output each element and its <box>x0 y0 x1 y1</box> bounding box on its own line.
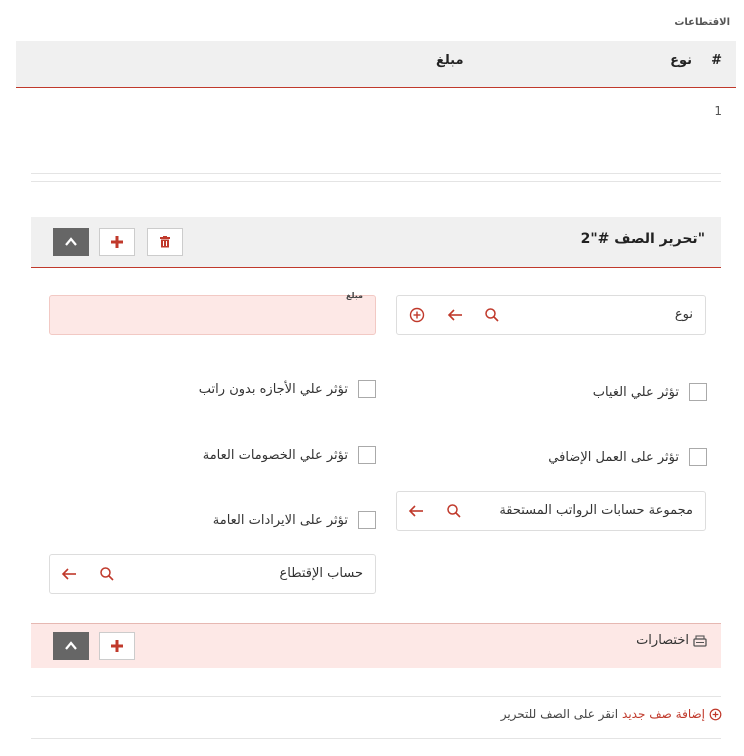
checkbox-absence[interactable]: تؤثر علي الغياب <box>593 380 707 404</box>
add-row-link[interactable]: إضافة صف جديد <box>622 707 705 721</box>
footer: إضافة صف جديد انقر على الصف للتحرير <box>501 707 722 721</box>
column-header-amount[interactable]: مبلغ <box>436 53 464 68</box>
deduction-account-field[interactable]: حساب الإقتطاع <box>49 554 376 594</box>
type-field[interactable]: نوع <box>396 295 706 335</box>
divider <box>31 181 721 182</box>
collapse-shortcuts-button[interactable] <box>53 632 89 660</box>
salary-accounts-group-text: مجموعة حسابات الرواتب المستحقة <box>499 503 693 518</box>
plus-circle-icon[interactable] <box>709 708 722 721</box>
edit-row-header: "تحرير الصف #"2 <box>31 217 721 268</box>
checkbox[interactable] <box>358 380 376 398</box>
checkbox[interactable] <box>689 448 707 466</box>
search-icon[interactable] <box>445 502 463 520</box>
delete-row-button[interactable] <box>147 228 183 256</box>
amount-field[interactable] <box>49 295 376 335</box>
shortcuts-bar: اختصارات <box>31 623 721 668</box>
deduction-account-text: حساب الإقتطاع <box>279 566 363 581</box>
checkbox-absence-label: تؤثر علي الغياب <box>592 384 679 400</box>
amount-field-label: مبلغ <box>346 291 363 300</box>
checkbox-unpaid-leave[interactable]: تؤثر علي الأجازه بدون راتب <box>199 377 376 401</box>
trash-icon <box>160 236 170 248</box>
divider <box>31 696 721 697</box>
checkbox-overtime[interactable]: تؤثر على العمل الإضافي <box>548 445 707 469</box>
edit-hint: انقر على الصف للتحرير <box>500 707 619 721</box>
collapse-button[interactable] <box>53 228 89 256</box>
checkbox-general-revenues[interactable]: تؤثر على الايرادات العامة <box>213 508 376 532</box>
column-header-index: # <box>711 53 722 68</box>
keyboard-icon <box>693 634 707 647</box>
edit-row-title: "تحرير الصف #"2 <box>580 231 705 247</box>
checkbox-unpaid-leave-label: تؤثر علي الأجازه بدون راتب <box>198 381 348 397</box>
checkbox[interactable] <box>358 446 376 464</box>
checkbox-general-deductions-label: تؤثر علي الخصومات العامة <box>202 447 348 463</box>
type-field-text: نوع <box>674 307 693 322</box>
table-row[interactable]: 1 <box>714 104 722 118</box>
add-shortcut-button[interactable] <box>99 632 135 660</box>
salary-accounts-group-field[interactable]: مجموعة حسابات الرواتب المستحقة <box>396 491 706 531</box>
section-title: الاقتطاعات <box>674 17 730 28</box>
chevron-up-icon <box>65 237 77 246</box>
add-button[interactable] <box>99 228 135 256</box>
divider <box>31 173 721 174</box>
shortcuts-label: اختصارات <box>636 633 689 648</box>
divider <box>31 738 721 739</box>
arrow-left-icon[interactable] <box>60 565 78 583</box>
checkbox-overtime-label: تؤثر على العمل الإضافي <box>548 449 679 465</box>
search-icon[interactable] <box>483 306 501 324</box>
checkbox-general-revenues-label: تؤثر على الايرادات العامة <box>212 512 348 528</box>
search-icon[interactable] <box>98 565 116 583</box>
table-header: # نوع مبلغ <box>16 41 736 88</box>
chevron-up-icon <box>65 641 77 650</box>
checkbox[interactable] <box>358 511 376 529</box>
checkbox-general-deductions[interactable]: تؤثر علي الخصومات العامة <box>203 443 376 467</box>
column-header-type[interactable]: نوع <box>670 53 692 68</box>
checkbox[interactable] <box>689 383 707 401</box>
plus-circle-icon[interactable] <box>408 306 426 324</box>
arrow-left-icon[interactable] <box>446 306 464 324</box>
plus-icon <box>111 640 123 652</box>
plus-icon <box>111 236 123 248</box>
shortcuts-title: اختصارات <box>636 633 707 648</box>
arrow-left-icon[interactable] <box>407 502 425 520</box>
